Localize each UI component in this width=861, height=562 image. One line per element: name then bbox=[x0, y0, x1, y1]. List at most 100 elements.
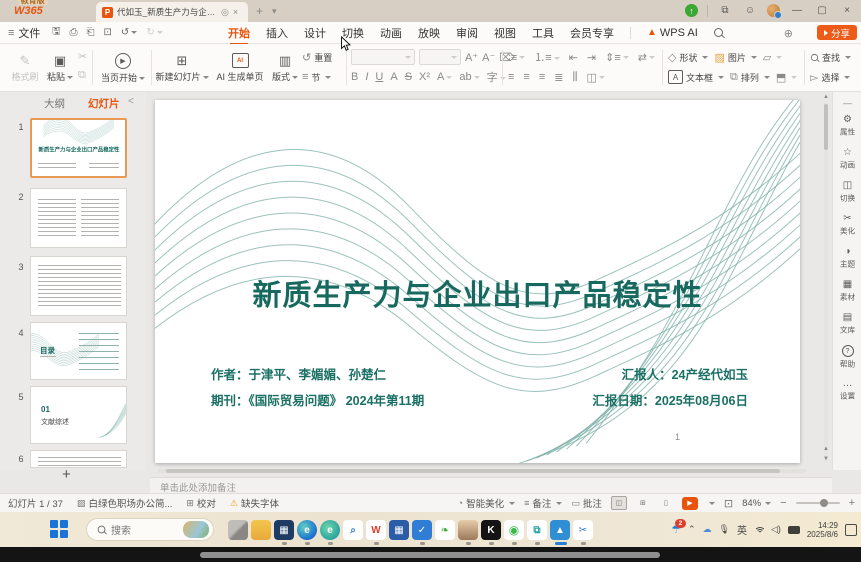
touchpad-icon[interactable] bbox=[788, 526, 800, 534]
reporter-block[interactable]: 汇报人：24产经代如玉 汇报日期：2025年08月06日 bbox=[592, 362, 748, 414]
slide-canvas[interactable]: 新质生产力与企业出口产品稳定性 作者：于津平、李媚媚、孙楚仁 期刊：《国际贸易问… bbox=[155, 100, 800, 463]
fit-window-icon[interactable]: ⊡ bbox=[724, 497, 733, 510]
prev-slide-icon[interactable]: ▲ bbox=[822, 446, 830, 452]
search-app-icon[interactable]: ⌕ bbox=[343, 520, 363, 540]
next-slide-icon[interactable]: ▼ bbox=[822, 456, 830, 462]
task-view-icon[interactable] bbox=[228, 520, 248, 540]
contact-app-icon[interactable] bbox=[458, 520, 478, 540]
find-button[interactable]: 查找 bbox=[810, 47, 851, 67]
minimize-button[interactable]: — bbox=[789, 5, 805, 16]
office-grid-icon[interactable]: ▦ bbox=[389, 520, 409, 540]
align-left-button[interactable]: ≡ bbox=[508, 71, 514, 83]
align-right-button[interactable]: ≡ bbox=[539, 71, 545, 83]
user-avatar[interactable] bbox=[767, 4, 780, 17]
update-icon[interactable]: ↑ bbox=[685, 4, 698, 17]
menu-tab-view[interactable]: 视图 bbox=[494, 25, 516, 41]
new-tab-button[interactable]: + bbox=[256, 4, 263, 18]
clock[interactable]: 14:29 2025/8/6 bbox=[807, 521, 838, 539]
reading-view-button[interactable]: ▯ bbox=[659, 497, 673, 509]
italic-button[interactable]: I bbox=[365, 71, 368, 83]
vertical-scrollbar[interactable]: ▲ ▲ ▼ bbox=[822, 94, 830, 470]
vscroll-thumb[interactable] bbox=[824, 104, 828, 150]
paste-button[interactable]: ▣ 粘贴 bbox=[44, 46, 76, 90]
new-slide-button[interactable]: ⊞ 新建幻灯片 bbox=[154, 46, 210, 90]
section-button[interactable]: ≡ 节 bbox=[302, 67, 332, 87]
green-bird-app-icon[interactable]: ❧ bbox=[435, 520, 455, 540]
rail-help-button[interactable]: ? 帮助 bbox=[833, 345, 861, 370]
slide-title[interactable]: 新质生产力与企业出口产品稳定性 bbox=[155, 272, 800, 314]
select-button[interactable]: ▻ 选择 bbox=[810, 67, 851, 87]
decrease-indent-button[interactable]: ⇤ bbox=[569, 51, 578, 64]
picture-button[interactable]: ▨ 图片 bbox=[714, 47, 756, 67]
proofread-button[interactable]: ⊞ 校对 bbox=[186, 496, 216, 510]
file-explorer-icon[interactable] bbox=[251, 520, 271, 540]
wps-app-icon[interactable]: W bbox=[366, 520, 386, 540]
document-tab[interactable]: P 代如玉_新质生产力与企业出... ◎ × bbox=[96, 2, 248, 22]
font-color-button[interactable]: A bbox=[437, 71, 452, 83]
add-slide-button[interactable]: + bbox=[62, 466, 71, 483]
menu-tab-tools[interactable]: 工具 bbox=[532, 25, 554, 41]
normal-view-button[interactable]: ◫ bbox=[611, 496, 627, 510]
align-center-button[interactable]: ≡ bbox=[523, 71, 529, 83]
snip-tool-icon[interactable]: ✂ bbox=[573, 520, 593, 540]
reset-button[interactable]: ↺ 重置 bbox=[302, 47, 332, 67]
browser-360-icon[interactable]: e bbox=[320, 520, 340, 540]
taskbar-search[interactable]: 搜索 bbox=[86, 518, 214, 541]
tab-slides[interactable]: 幻灯片 bbox=[88, 96, 120, 111]
menu-tab-member[interactable]: 会员专享 bbox=[570, 25, 614, 41]
collapse-rail-icon[interactable]: — bbox=[843, 98, 852, 108]
textbox-button[interactable]: A 文本框 bbox=[668, 67, 724, 87]
sorter-view-button[interactable]: ⊞ bbox=[636, 497, 650, 509]
menu-tab-review[interactable]: 审阅 bbox=[456, 25, 478, 41]
docs-app-icon[interactable]: ✓ bbox=[412, 520, 432, 540]
zoom-out-button[interactable]: − bbox=[780, 497, 786, 509]
font-size-select[interactable] bbox=[419, 49, 461, 65]
search-icon[interactable] bbox=[714, 28, 723, 37]
slideshow-play-button[interactable]: ▶ bbox=[682, 497, 698, 510]
undo-icon[interactable]: ↺ bbox=[121, 27, 137, 38]
collapse-panel-icon[interactable]: < bbox=[128, 96, 134, 107]
menu-tab-slideshow[interactable]: 放映 bbox=[418, 25, 440, 41]
zoom-in-button[interactable]: + bbox=[849, 497, 855, 509]
microphone-icon[interactable]: 🎙 bbox=[719, 524, 730, 535]
rail-transition-button[interactable]: ◫ 切换 bbox=[833, 180, 861, 204]
bullets-button[interactable]: ∶≡ bbox=[508, 51, 525, 64]
numbering-button[interactable]: ⒈≡ bbox=[534, 49, 559, 65]
kdocs-app-icon[interactable]: K bbox=[481, 520, 501, 540]
play-options-icon[interactable] bbox=[709, 502, 715, 505]
zoom-level-button[interactable]: 84% bbox=[742, 498, 771, 509]
close-button[interactable]: × bbox=[839, 5, 855, 16]
slide-thumbnail-3[interactable] bbox=[30, 256, 127, 316]
upload-cloud-icon[interactable]: ⊕ bbox=[784, 27, 793, 40]
screen-share-icon[interactable]: ⧉ bbox=[527, 520, 547, 540]
wechat-icon[interactable]: ◉ bbox=[504, 520, 524, 540]
slide-thumbnail-2[interactable] bbox=[30, 188, 127, 248]
preview-icon[interactable]: ⊡ bbox=[104, 27, 112, 38]
app-grid-icon[interactable]: ▦ bbox=[274, 520, 294, 540]
cut-icon[interactable]: ✂ bbox=[78, 50, 87, 63]
underline-button[interactable]: U bbox=[375, 71, 383, 83]
zoom-slider-knob[interactable] bbox=[820, 499, 828, 507]
play-from-current-button[interactable]: ▶ 当页开始 bbox=[96, 46, 150, 90]
copy-icon[interactable]: ⧉ bbox=[78, 69, 87, 82]
rail-settings-button[interactable]: … 设置 bbox=[833, 378, 861, 402]
maximize-button[interactable]: ▢ bbox=[814, 5, 830, 16]
print-icon[interactable]: ⎗ bbox=[87, 27, 95, 38]
wifi-icon[interactable] bbox=[754, 526, 764, 533]
rail-theme-button[interactable]: ◑ 主题 bbox=[833, 246, 861, 270]
ime-indicator[interactable]: 英 bbox=[737, 522, 747, 537]
share-button[interactable]: 分享 bbox=[817, 25, 857, 40]
highlight-button[interactable]: ab bbox=[459, 71, 479, 83]
rail-beautify-button[interactable]: ✂ 美化 bbox=[833, 213, 861, 237]
strikethrough-button[interactable]: S bbox=[405, 71, 412, 83]
menu-tab-home[interactable]: 开始 bbox=[228, 25, 250, 41]
line-spacing-button[interactable]: ⇕≡ bbox=[605, 51, 629, 64]
notification-center-icon[interactable] bbox=[845, 524, 857, 536]
author-block[interactable]: 作者：于津平、李媚媚、孙楚仁 期刊：《国际贸易问题》 2024年第11期 bbox=[211, 362, 424, 414]
slide-thumbnail-4[interactable]: 目录 bbox=[30, 322, 127, 380]
mood-icon[interactable]: ☺ bbox=[742, 5, 758, 16]
theme-button[interactable]: ▨ 白绿色职场办公简... bbox=[77, 496, 172, 510]
slide-thumbnail-6[interactable] bbox=[30, 450, 127, 468]
zoom-slider[interactable] bbox=[796, 502, 840, 504]
layout-button[interactable]: ▥ 版式 bbox=[268, 46, 302, 90]
